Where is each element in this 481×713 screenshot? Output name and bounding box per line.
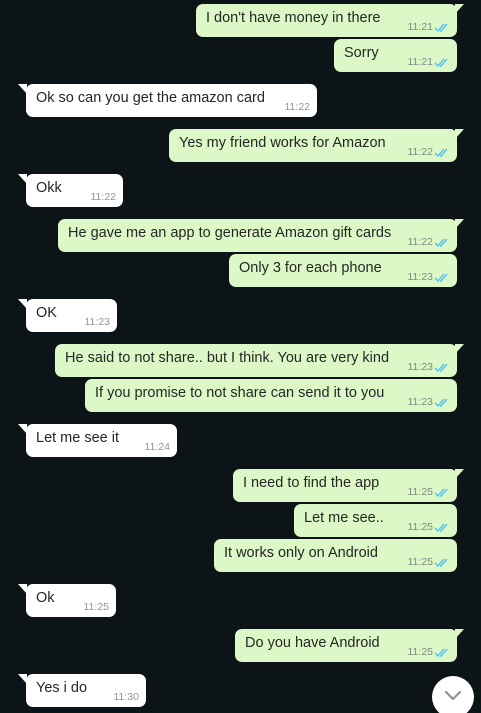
message-time: 11:23 [407, 271, 434, 283]
message-time: 11:23 [407, 361, 434, 373]
message-outgoing[interactable]: He said to not share.. but I think. You … [55, 344, 457, 377]
double-check-icon [434, 648, 448, 658]
double-check-icon [434, 488, 448, 498]
message-outgoing[interactable]: It works only on Android 11:25 [214, 539, 457, 572]
message-text: He gave me an app to generate Amazon gif… [68, 225, 392, 241]
message-time: 11:25 [407, 486, 434, 498]
bubble-tail [455, 219, 464, 229]
message-outgoing[interactable]: If you promise to not share can send it … [85, 379, 457, 412]
message-text: Sorry [344, 45, 379, 61]
message-text: Ok [36, 590, 55, 606]
message-outgoing[interactable]: Do you have Android 11:25 [235, 629, 457, 662]
message-incoming[interactable]: OK 11:23 [26, 299, 117, 332]
message-time: 11:23 [407, 396, 434, 408]
message-text: I need to find the app [243, 475, 380, 491]
message-outgoing[interactable]: I need to find the app 11:25 [233, 469, 457, 502]
double-check-icon [434, 23, 448, 33]
message-text: Let me see it [36, 430, 120, 446]
double-check-icon [434, 523, 448, 533]
message-outgoing[interactable]: Sorry 11:21 [334, 39, 457, 72]
double-check-icon [434, 238, 448, 248]
message-incoming[interactable]: Yes i do 11:30 [26, 674, 146, 707]
message-incoming[interactable]: Ok 11:25 [26, 584, 116, 617]
message-time: 11:22 [284, 101, 311, 113]
bubble-tail [455, 469, 464, 479]
message-time: 11:24 [144, 441, 171, 453]
message-time: 11:25 [83, 601, 110, 613]
message-outgoing[interactable]: I don't have money in there 11:21 [196, 4, 457, 37]
message-text: He said to not share.. but I think. You … [65, 350, 390, 366]
message-text: OK [36, 305, 57, 321]
message-outgoing[interactable]: He gave me an app to generate Amazon gif… [58, 219, 457, 252]
message-text: It works only on Android [224, 545, 378, 561]
message-incoming[interactable]: Okk 11:22 [26, 174, 123, 207]
bubble-tail [455, 344, 464, 354]
double-check-icon [434, 148, 448, 158]
message-text: I don't have money in there [206, 10, 381, 26]
message-time: 11:25 [407, 521, 434, 533]
message-text: Ok so can you get the amazon card [36, 90, 265, 106]
message-time: 11:25 [407, 556, 434, 568]
message-incoming[interactable]: Ok so can you get the amazon card 11:22 [26, 84, 317, 117]
message-outgoing[interactable]: Let me see.. 11:25 [294, 504, 457, 537]
message-outgoing[interactable]: Only 3 for each phone 11:23 [229, 254, 457, 287]
message-time: 11:22 [90, 191, 117, 203]
bubble-tail [455, 629, 464, 639]
double-check-icon [434, 398, 448, 408]
message-time: 11:21 [407, 21, 434, 33]
message-time: 11:22 [407, 146, 434, 158]
scroll-to-bottom-button[interactable] [432, 676, 474, 713]
double-check-icon [434, 558, 448, 568]
chat-conversation[interactable]: I don't have money in there 11:21 Sorry … [0, 0, 481, 713]
message-incoming[interactable]: Let me see it 11:24 [26, 424, 177, 457]
message-time: 11:22 [407, 236, 434, 248]
message-text: Let me see.. [304, 510, 384, 526]
message-time: 11:30 [113, 691, 140, 703]
bubble-tail [455, 129, 464, 139]
double-check-icon [434, 363, 448, 373]
message-time: 11:21 [407, 56, 434, 68]
message-time: 11:23 [84, 316, 111, 328]
message-text: Do you have Android [245, 635, 380, 651]
message-text: Yes my friend works for Amazon [179, 135, 386, 151]
message-text: Yes i do [36, 680, 88, 696]
message-text: Okk [36, 180, 62, 196]
message-time: 11:25 [407, 646, 434, 658]
message-outgoing[interactable]: Yes my friend works for Amazon 11:22 [169, 129, 457, 162]
message-text: If you promise to not share can send it … [95, 385, 385, 401]
double-check-icon [434, 273, 448, 283]
double-check-icon [434, 58, 448, 68]
bubble-tail [455, 4, 464, 14]
chevron-down-icon [444, 690, 462, 701]
message-text: Only 3 for each phone [239, 260, 382, 276]
